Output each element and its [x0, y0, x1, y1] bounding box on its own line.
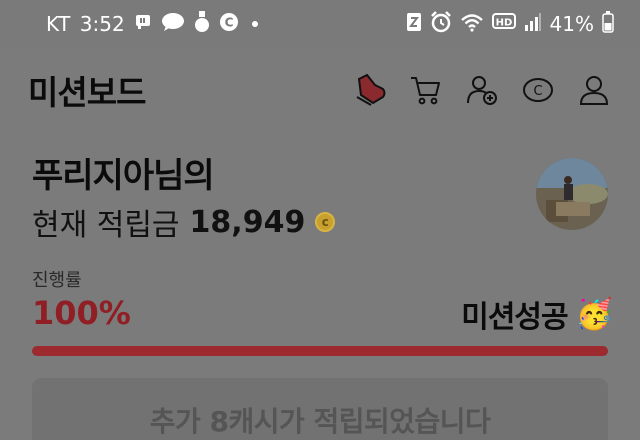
points-label: 현재 적립금 — [32, 208, 180, 243]
alarm-icon — [430, 10, 452, 38]
medal-icon — [194, 10, 210, 38]
svg-text:HD: HD — [495, 17, 512, 28]
reward-banner: 추가 8캐시가 적립되었습니다 — [32, 378, 608, 440]
signal-icon — [524, 12, 542, 37]
status-bar-right: HD 41% — [406, 10, 614, 38]
party-face-emoji: 🥳 — [575, 296, 613, 332]
flag-icon — [134, 12, 152, 36]
screen: KT 3:52 C HD 41% 미션보드 C 푸리지아님의 현재 적립금 18… — [0, 0, 640, 440]
mission-status: 미션성공 🥳 — [461, 292, 613, 336]
coin-symbol: c — [321, 215, 329, 229]
progress-label: 진행률 — [32, 270, 82, 291]
points-value: 18,949 — [189, 204, 306, 240]
header-actions: C — [352, 72, 612, 108]
clock: 3:52 — [79, 12, 125, 36]
shoe-icon[interactable] — [352, 72, 388, 108]
profile-icon[interactable] — [576, 72, 612, 108]
chat-bubble-icon — [161, 12, 185, 37]
page-title: 미션보드 — [28, 73, 146, 112]
add-user-icon[interactable] — [464, 72, 500, 108]
c-coin-icon: C — [219, 12, 239, 37]
reward-banner-text: 추가 8캐시가 적립되었습니다 — [149, 405, 491, 438]
user-greeting: 푸리지아님의 — [32, 156, 215, 196]
svg-text:C: C — [224, 15, 233, 29]
battery-icon — [602, 10, 614, 38]
app-header: 미션보드 C — [0, 48, 640, 132]
avatar[interactable] — [536, 158, 608, 230]
notification-dot — [251, 21, 258, 27]
nfc-icon — [406, 11, 422, 38]
points-summary: 현재 적립금 18,949 c — [32, 200, 336, 244]
coin-icon[interactable]: C — [520, 72, 556, 108]
hd-voice-icon: HD — [491, 12, 516, 37]
progress-bar-fill — [32, 346, 608, 356]
cart-icon[interactable] — [408, 72, 444, 108]
status-bar-left: KT 3:52 C — [46, 10, 258, 38]
carrier-label: KT — [46, 12, 71, 36]
progress-value: 100% — [32, 294, 131, 332]
coin-badge-icon: c — [315, 212, 336, 232]
battery-percent: 41% — [549, 12, 594, 36]
status-bar: KT 3:52 C HD 41% — [0, 0, 640, 48]
wifi-icon — [460, 12, 484, 37]
svg-text:C: C — [533, 84, 542, 99]
progress-bar — [32, 346, 608, 356]
mission-status-label: 미션성공 — [461, 300, 568, 335]
